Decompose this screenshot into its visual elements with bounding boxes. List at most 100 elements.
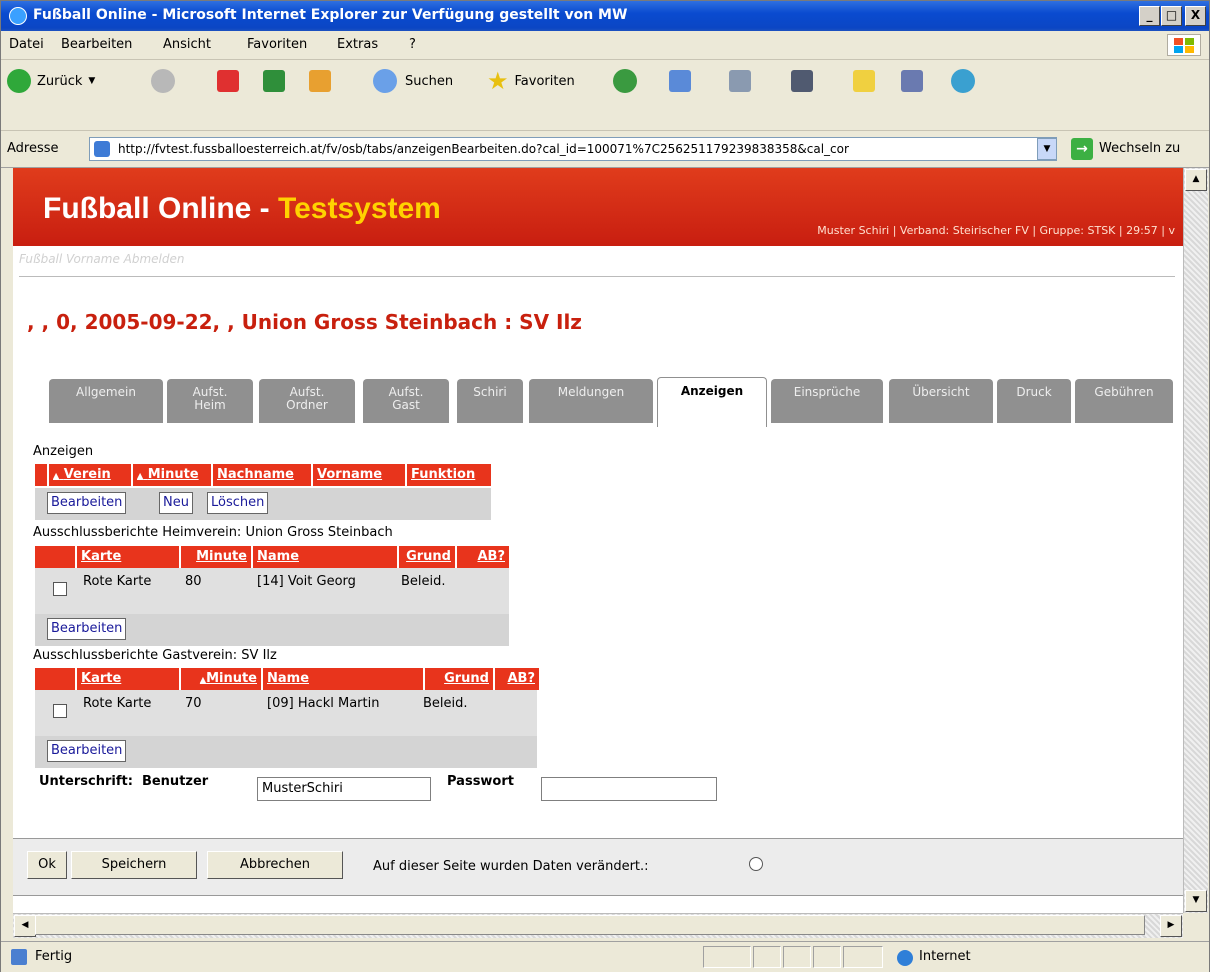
home-button[interactable] (309, 68, 331, 94)
toolbar: Zurück ▼ Suchen ★ Favoriten (1, 60, 1209, 131)
tab-druck[interactable]: Druck (997, 379, 1071, 423)
tab-allgemein[interactable]: Allgemein (49, 379, 163, 423)
note-icon (853, 70, 875, 92)
edit-button[interactable] (791, 68, 813, 94)
sub-navigation[interactable]: Fußball Vorname Abmelden (19, 252, 185, 266)
scroll-thumb[interactable] (35, 915, 1145, 935)
col-funktion[interactable]: Funktion (407, 464, 491, 486)
tab-aufst-gast[interactable]: Aufst. Gast (363, 379, 449, 423)
col-minute[interactable]: ▲Minute (181, 668, 263, 690)
home-icon (309, 70, 331, 92)
col-vorname[interactable]: Vorname (313, 464, 407, 486)
tab-aufst-ordner[interactable]: Aufst. Ordner (259, 379, 355, 423)
horizontal-scrollbar[interactable]: ◀ ▶ (13, 913, 1183, 938)
ok-button[interactable]: Ok (27, 851, 67, 879)
page-done-icon (11, 949, 27, 965)
col-karte[interactable]: Karte (77, 668, 181, 690)
save-button[interactable]: Speichern (71, 851, 197, 879)
browser-window: Fußball Online - Microsoft Internet Expl… (0, 0, 1210, 972)
menu-extras[interactable]: Extras (337, 37, 378, 52)
menu-datei[interactable]: Datei (9, 37, 44, 52)
forward-button[interactable] (151, 68, 175, 94)
col-karte[interactable]: Karte (77, 546, 181, 568)
scroll-right-icon[interactable]: ▶ (1160, 915, 1182, 937)
vertical-scrollbar[interactable]: ▲ ▼ (1183, 168, 1208, 913)
edit-icon (791, 70, 813, 92)
tab-einsprueche[interactable]: Einsprüche (771, 379, 883, 423)
col-name[interactable]: Name (253, 546, 399, 568)
stop-icon (217, 70, 239, 92)
col-ab[interactable]: AB? (457, 546, 509, 568)
tab-anzeigen[interactable]: Anzeigen (657, 377, 767, 427)
match-title: , , 0, 2005-09-22, , Union Gross Steinba… (27, 310, 582, 334)
bearbeiten-button[interactable]: Bearbeiten (47, 492, 127, 514)
col-minute[interactable]: ▲ Minute (133, 464, 213, 486)
discuss-button[interactable] (853, 68, 875, 94)
messenger-button[interactable] (951, 68, 975, 94)
status-text: Fertig (35, 949, 73, 964)
back-button[interactable]: Zurück ▼ (7, 68, 95, 94)
heim-bearbeiten-button[interactable]: Bearbeiten (47, 618, 127, 640)
gast-bearbeiten-button[interactable]: Bearbeiten (47, 740, 127, 762)
messenger-icon (951, 69, 975, 93)
col-grund[interactable]: Grund (425, 668, 495, 690)
gast-section-label: Ausschlussberichte Gastverein: SV Ilz (33, 648, 277, 663)
history-button[interactable] (613, 68, 637, 94)
mail-icon (669, 70, 691, 92)
tab-gebuehren[interactable]: Gebühren (1075, 379, 1173, 423)
menu-ansicht[interactable]: Ansicht (163, 37, 211, 52)
menu-bar: Datei Bearbeiten Ansicht Favoriten Extra… (1, 31, 1209, 60)
col-verein[interactable]: ▲ Verein (49, 464, 133, 486)
windows-logo-icon (1167, 34, 1201, 56)
col-minute[interactable]: Minute (181, 546, 253, 568)
tab-meldungen[interactable]: Meldungen (529, 379, 653, 423)
tab-schiri[interactable]: Schiri (457, 379, 523, 423)
col-grund[interactable]: Grund (399, 546, 457, 568)
scroll-up-icon[interactable]: ▲ (1185, 169, 1207, 191)
user-field[interactable]: MusterSchiri (257, 777, 431, 801)
cancel-button[interactable]: Abbrechen (207, 851, 343, 879)
tab-aufst-heim[interactable]: Aufst. Heim (167, 379, 253, 423)
tab-uebersicht[interactable]: Übersicht (889, 379, 993, 423)
scroll-left-icon[interactable]: ◀ (14, 915, 36, 937)
print-icon (729, 70, 751, 92)
chevron-down-icon: ▼ (88, 76, 96, 86)
scroll-down-icon[interactable]: ▼ (1185, 890, 1207, 912)
password-field[interactable] (541, 777, 717, 801)
history-icon (613, 69, 637, 93)
row-checkbox[interactable] (53, 704, 67, 718)
print-button[interactable] (729, 68, 751, 94)
research-button[interactable] (901, 68, 923, 94)
go-arrow-icon[interactable]: → (1071, 138, 1093, 160)
close-button[interactable]: X (1185, 6, 1206, 26)
loeschen-button[interactable]: Löschen (207, 492, 269, 514)
table-row: Rote Karte 70 [09] Hackl Martin Beleid. (35, 690, 537, 740)
star-icon: ★ (487, 67, 509, 95)
address-bar: Adresse http://fvtest.fussballoesterreic… (1, 131, 1209, 168)
mail-button[interactable] (669, 68, 691, 94)
refresh-icon (263, 70, 285, 92)
maximize-button[interactable]: □ (1161, 6, 1182, 26)
address-input[interactable]: http://fvtest.fussballoesterreich.at/fv/… (89, 137, 1057, 161)
menu-favoriten[interactable]: Favoriten (247, 37, 307, 52)
col-name[interactable]: Name (263, 668, 425, 690)
changed-radio[interactable] (749, 857, 763, 871)
site-banner: Fußball Online - Testsystem Muster Schir… (13, 168, 1183, 246)
search-button[interactable]: Suchen (373, 68, 453, 94)
ie-logo-icon (9, 7, 27, 25)
menu-help[interactable]: ? (409, 37, 416, 52)
col-ab[interactable]: AB? (495, 668, 539, 690)
title-bar: Fußball Online - Microsoft Internet Expl… (1, 1, 1209, 31)
menu-bearbeiten[interactable]: Bearbeiten (61, 37, 132, 52)
favorites-button[interactable]: ★ Favoriten (487, 67, 575, 95)
row-checkbox[interactable] (53, 582, 67, 596)
changed-text: Auf dieser Seite wurden Daten verändert.… (373, 859, 649, 874)
go-button[interactable]: Wechseln zu (1099, 141, 1180, 156)
stop-button[interactable] (217, 68, 239, 94)
refresh-button[interactable] (263, 68, 285, 94)
address-dropdown-button[interactable]: ▼ (1037, 138, 1057, 160)
neu-button[interactable]: Neu (159, 492, 193, 514)
gast-header: Karte ▲Minute Name Grund AB? (35, 668, 539, 690)
col-nachname[interactable]: Nachname (213, 464, 313, 486)
minimize-button[interactable]: _ (1139, 6, 1160, 26)
